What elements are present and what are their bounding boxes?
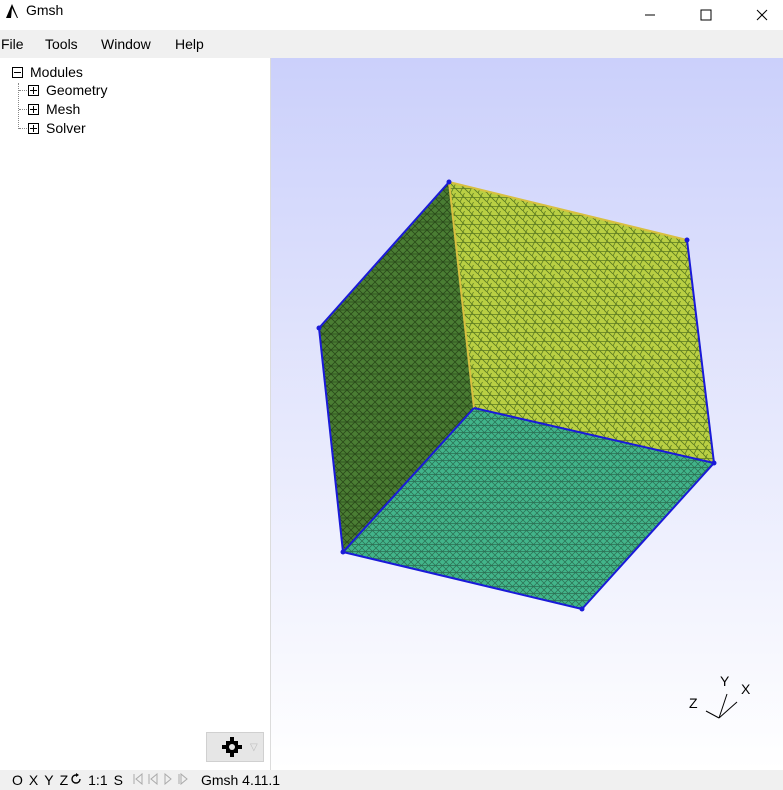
axis-x-label: X — [741, 681, 751, 697]
maximize-button[interactable] — [683, 0, 729, 30]
collapse-icon[interactable] — [12, 66, 23, 78]
status-message: Gmsh 4.11.1 — [200, 772, 281, 788]
prev-step-icon[interactable] — [147, 772, 159, 788]
tree-item-label: Geometry — [46, 82, 108, 98]
axes-triad — [705, 693, 738, 719]
menu-bar: File Tools Window Help — [0, 30, 783, 58]
view-y-button[interactable]: Y — [44, 772, 53, 788]
menu-window[interactable]: Window — [101, 36, 151, 52]
tree-item-mesh[interactable]: Mesh — [28, 100, 80, 118]
dropdown-arrow-icon: ▽ — [250, 741, 258, 753]
graphics-viewport[interactable]: Y X Z — [271, 58, 783, 770]
maximize-icon — [700, 9, 712, 21]
expand-icon[interactable] — [28, 122, 39, 134]
title-bar: Gmsh — [0, 0, 783, 30]
gear-icon — [222, 737, 242, 757]
close-button[interactable] — [739, 0, 783, 30]
mesh-render[interactable]: Y X Z — [271, 58, 783, 770]
status-bar: O X Y Z 1:1 S Gmsh 4.11.1 — [0, 770, 783, 790]
view-origin-button[interactable]: O — [12, 772, 23, 788]
first-step-icon[interactable] — [133, 772, 143, 788]
next-step-icon[interactable] — [177, 772, 189, 788]
options-button[interactable]: ▽ — [206, 732, 264, 762]
tree-item-label: Modules — [30, 64, 83, 80]
play-icon[interactable] — [163, 772, 173, 788]
menu-help[interactable]: Help — [175, 36, 204, 52]
axis-y-label: Y — [720, 673, 730, 689]
menu-tools[interactable]: Tools — [45, 36, 78, 52]
minimize-button[interactable] — [627, 0, 673, 30]
tree-item-label: Solver — [46, 120, 86, 136]
window-title: Gmsh — [26, 2, 64, 18]
scale-button[interactable]: 1:1 — [88, 772, 107, 788]
view-z-button[interactable]: Z — [60, 772, 69, 788]
axis-z-label: Z — [689, 695, 698, 711]
gmsh-logo-icon — [6, 4, 18, 18]
tree-item-label: Mesh — [46, 101, 81, 117]
module-tree: Modules Geometry Mesh Solver — [0, 58, 271, 770]
select-button[interactable]: S — [114, 772, 123, 788]
close-icon — [756, 9, 768, 21]
tree-item-modules[interactable]: Modules — [12, 63, 83, 81]
expand-icon[interactable] — [28, 84, 39, 96]
tree-item-solver[interactable]: Solver — [28, 119, 86, 137]
rotate-icon[interactable] — [70, 772, 82, 788]
tree-item-geometry[interactable]: Geometry — [28, 81, 107, 99]
menu-file[interactable]: File — [1, 36, 24, 52]
expand-icon[interactable] — [28, 103, 39, 115]
minimize-icon — [645, 14, 655, 16]
view-x-button[interactable]: X — [29, 772, 38, 788]
